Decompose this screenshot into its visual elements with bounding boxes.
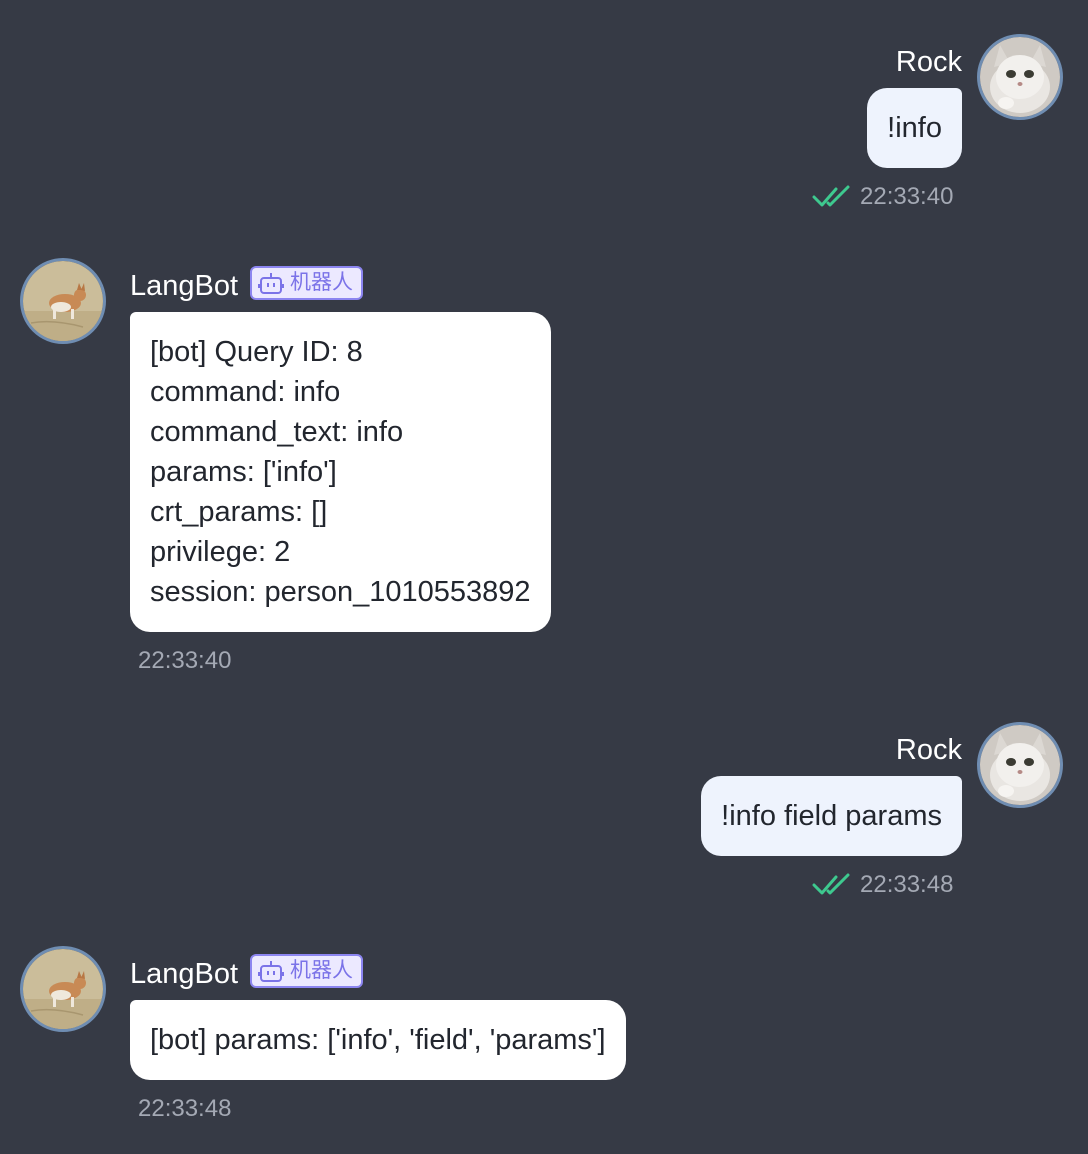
corgi-avatar-image [23, 261, 103, 341]
bot-avatar[interactable] [20, 258, 106, 344]
sender-name: LangBot [130, 958, 239, 990]
message-timestamp: 22:33:48 [860, 871, 954, 898]
bot-message-bubble[interactable]: [bot] Query ID: 8 command: info command_… [130, 312, 551, 632]
message-line: privilege: 2 [150, 536, 291, 568]
badge-label: 机器人 [290, 271, 353, 294]
badge-label: 机器人 [290, 959, 353, 982]
user-avatar[interactable] [977, 722, 1063, 808]
sender-name: Rock [895, 734, 962, 766]
message-line: params: ['info'] [150, 456, 337, 488]
robot-icon [258, 273, 284, 294]
robot-icon [258, 961, 284, 982]
user-message-bubble[interactable]: !info [867, 88, 962, 168]
message-line: command_text: info [150, 416, 404, 448]
message-timestamp: 22:33:40 [860, 183, 954, 210]
message-line: session: person_1010553892 [150, 576, 531, 608]
double-check-icon [812, 873, 850, 895]
double-check-icon [812, 185, 850, 207]
message-text: !info [887, 112, 942, 144]
cat-avatar-image [980, 37, 1060, 117]
message-timestamp: 22:33:48 [138, 1095, 232, 1122]
bot-avatar[interactable] [20, 946, 106, 1032]
sender-name: LangBot [130, 270, 239, 302]
cat-avatar-image [980, 725, 1060, 805]
message-line: [bot] Query ID: 8 [150, 336, 363, 368]
sender-name: Rock [895, 46, 962, 78]
message-line: command: info [150, 376, 341, 408]
bot-badge: 机器人 [250, 266, 363, 300]
user-avatar[interactable] [977, 34, 1063, 120]
message-text: [bot] params: ['info', 'field', 'params'… [150, 1024, 606, 1056]
message-timestamp: 22:33:40 [138, 647, 232, 674]
message-text: !info field params [721, 800, 942, 832]
bot-badge: 机器人 [250, 954, 363, 988]
user-message-bubble[interactable]: !info field params [701, 776, 962, 856]
corgi-avatar-image [23, 949, 103, 1029]
message-line: crt_params: [] [150, 496, 328, 528]
bot-message-bubble[interactable]: [bot] params: ['info', 'field', 'params'… [130, 1000, 626, 1080]
